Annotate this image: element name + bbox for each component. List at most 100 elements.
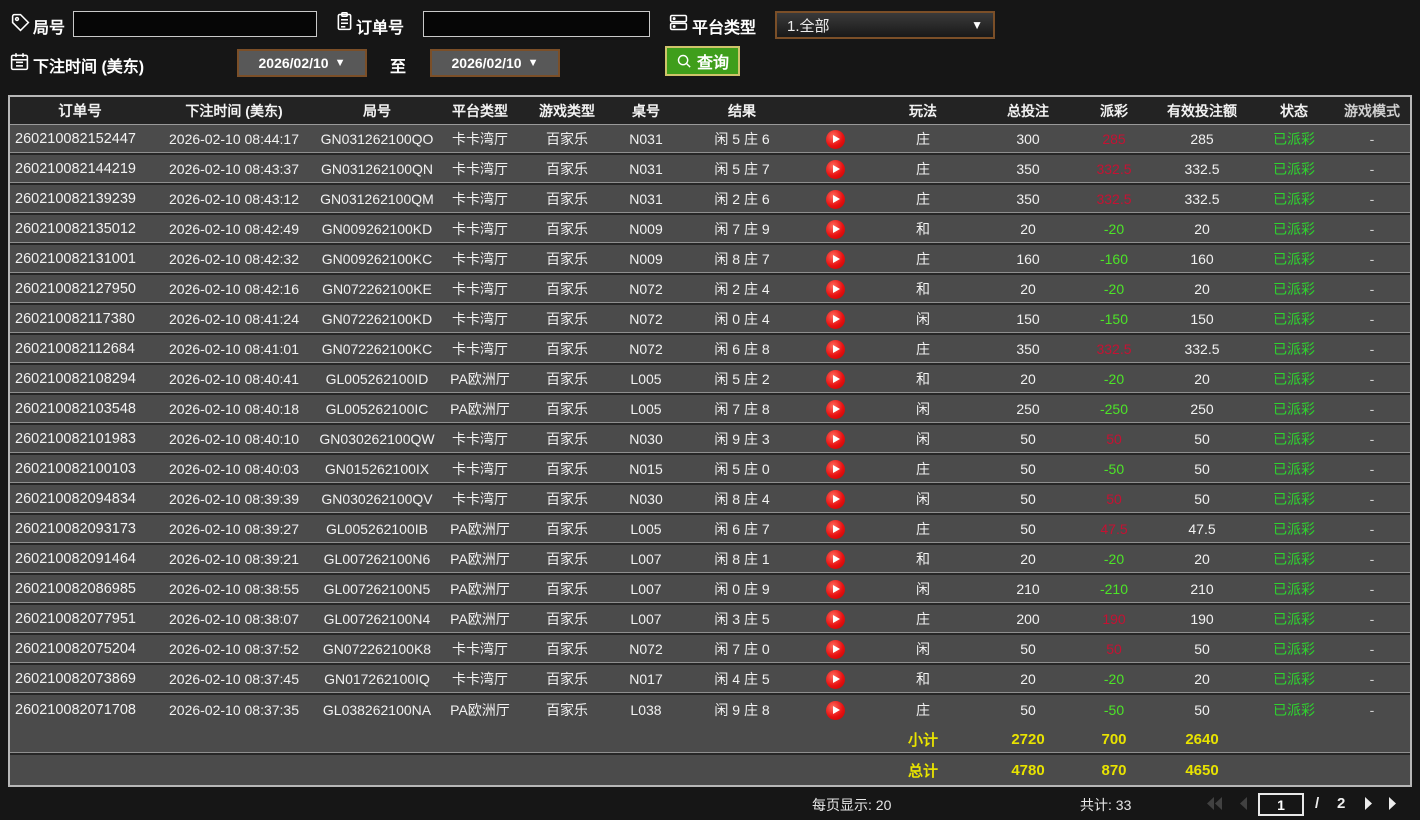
cell-total: 20 [1020,551,1036,567]
cell-valid: 210 [1190,581,1214,597]
cell-status: 已派彩 [1273,221,1315,237]
play-cell [802,399,868,419]
cell-status: 已派彩 [1273,281,1315,297]
play-video-button[interactable] [825,669,845,689]
play-icon [832,555,840,563]
cell-platform: 卡卡湾厅 [452,161,508,177]
cell-time: 2026-02-10 08:39:39 [169,491,299,507]
order-number-input[interactable] [423,11,650,37]
play-video-button[interactable] [825,309,845,329]
cell-game: 百家乐 [546,431,588,447]
play-video-button[interactable] [825,639,845,659]
play-video-button[interactable] [825,159,845,179]
play-video-button[interactable] [825,399,845,419]
play-video-button[interactable] [825,429,845,449]
play-video-button[interactable] [825,459,845,479]
next-page-button[interactable] [1360,796,1377,816]
cell-result: 闲 9 庄 8 [714,702,770,718]
cell-mode: - [1369,131,1375,147]
cell-valid: 50 [1194,702,1210,718]
play-cell [802,249,868,269]
date-dropdown-icon: ▼ [527,57,539,69]
platform-type-select[interactable]: 1.全部 ▼ [775,11,995,39]
cell-game: 百家乐 [546,521,588,537]
play-video-button[interactable] [825,549,845,569]
cell-game: 百家乐 [546,671,588,687]
play-icon [832,375,840,383]
cell-valid: 50 [1194,491,1210,507]
table-row: 260210082135012 2026-02-10 08:42:49 GN0092… [10,215,1410,245]
play-video-button[interactable] [825,129,845,149]
cell-round: GN030262100QW [319,431,435,447]
cell-payout: -20 [1103,551,1125,567]
cell-platform: 卡卡湾厅 [452,251,508,267]
date-to-separator: 至 [390,59,407,76]
play-video-button[interactable] [825,579,845,599]
cell-total: 20 [1020,281,1036,297]
page-number-input[interactable] [1258,793,1304,816]
bet-time-label: 下注时间 (美东) [33,59,145,76]
cell-status: 已派彩 [1273,551,1315,567]
play-video-button[interactable] [825,339,845,359]
play-cell [802,669,868,689]
play-video-button[interactable] [825,519,845,539]
subtotal-valid-bet: 2640 [1185,730,1219,748]
cell-play_type: 闲 [916,581,930,597]
date-to-picker[interactable]: 2026/02/10 ▼ [430,49,560,77]
play-video-button[interactable] [825,219,845,239]
cell-result: 闲 8 庄 7 [714,251,770,267]
play-cell [802,639,868,659]
cell-total: 50 [1020,521,1036,537]
query-button[interactable]: 查询 [665,46,741,76]
play-video-button[interactable] [825,369,845,389]
play-video-button[interactable] [825,249,845,269]
column-header-result: 结果 [728,102,756,119]
cell-payout: 285 [1102,131,1126,147]
cell-valid: 20 [1194,281,1210,297]
play-video-button[interactable] [825,609,845,629]
cell-time: 2026-02-10 08:37:35 [169,702,299,718]
cell-mode: - [1369,401,1375,417]
cell-time: 2026-02-10 08:41:24 [169,311,299,327]
subtotal-label: 小计 [907,731,938,749]
cell-payout: -20 [1103,281,1125,297]
play-video-button[interactable] [825,489,845,509]
cell-order: 260210082103548 [15,401,136,417]
cell-valid: 190 [1190,611,1214,627]
play-cell [802,129,868,149]
cell-time: 2026-02-10 08:40:41 [169,371,299,387]
play-video-button[interactable] [825,279,845,299]
cell-result: 闲 3 庄 5 [714,611,770,627]
cell-status: 已派彩 [1273,461,1315,477]
cell-valid: 250 [1190,401,1214,417]
cell-valid: 47.5 [1188,521,1216,537]
cell-mode: - [1369,251,1375,267]
cell-play_type: 和 [916,281,930,297]
table-row: 260210082100103 2026-02-10 08:40:03 GN0152… [10,455,1410,485]
cell-result: 闲 7 庄 9 [714,221,770,237]
cell-table_no: N072 [629,341,663,357]
table-row: 260210082091464 2026-02-10 08:39:21 GL0072… [10,545,1410,575]
table-row: 260210082139239 2026-02-10 08:43:12 GN0312… [10,185,1410,215]
cell-total: 150 [1016,311,1040,327]
cell-order: 260210082117380 [15,311,135,327]
play-video-button[interactable] [825,700,845,720]
last-page-button[interactable] [1388,796,1405,816]
cell-table_no: N072 [629,311,663,327]
cell-time: 2026-02-10 08:38:07 [169,611,299,627]
cell-table_no: N009 [629,251,663,267]
first-page-button[interactable] [1206,796,1223,816]
platform-type-label: 平台类型 [692,20,757,37]
cell-platform: PA欧洲厅 [450,401,510,417]
round-number-input[interactable] [73,11,317,37]
play-video-button[interactable] [825,189,845,209]
column-header-time: 下注时间 (美东) [185,102,283,119]
date-from-picker[interactable]: 2026/02/10 ▼ [237,49,367,77]
table-row: 260210082077951 2026-02-10 08:38:07 GL0072… [10,605,1410,635]
cell-mode: - [1369,671,1375,687]
cell-play_type: 闲 [916,431,930,447]
prev-page-button[interactable] [1235,796,1252,816]
column-header-round: 局号 [363,102,391,119]
cell-payout: 332.5 [1096,191,1132,207]
cell-table_no: L007 [630,611,662,627]
